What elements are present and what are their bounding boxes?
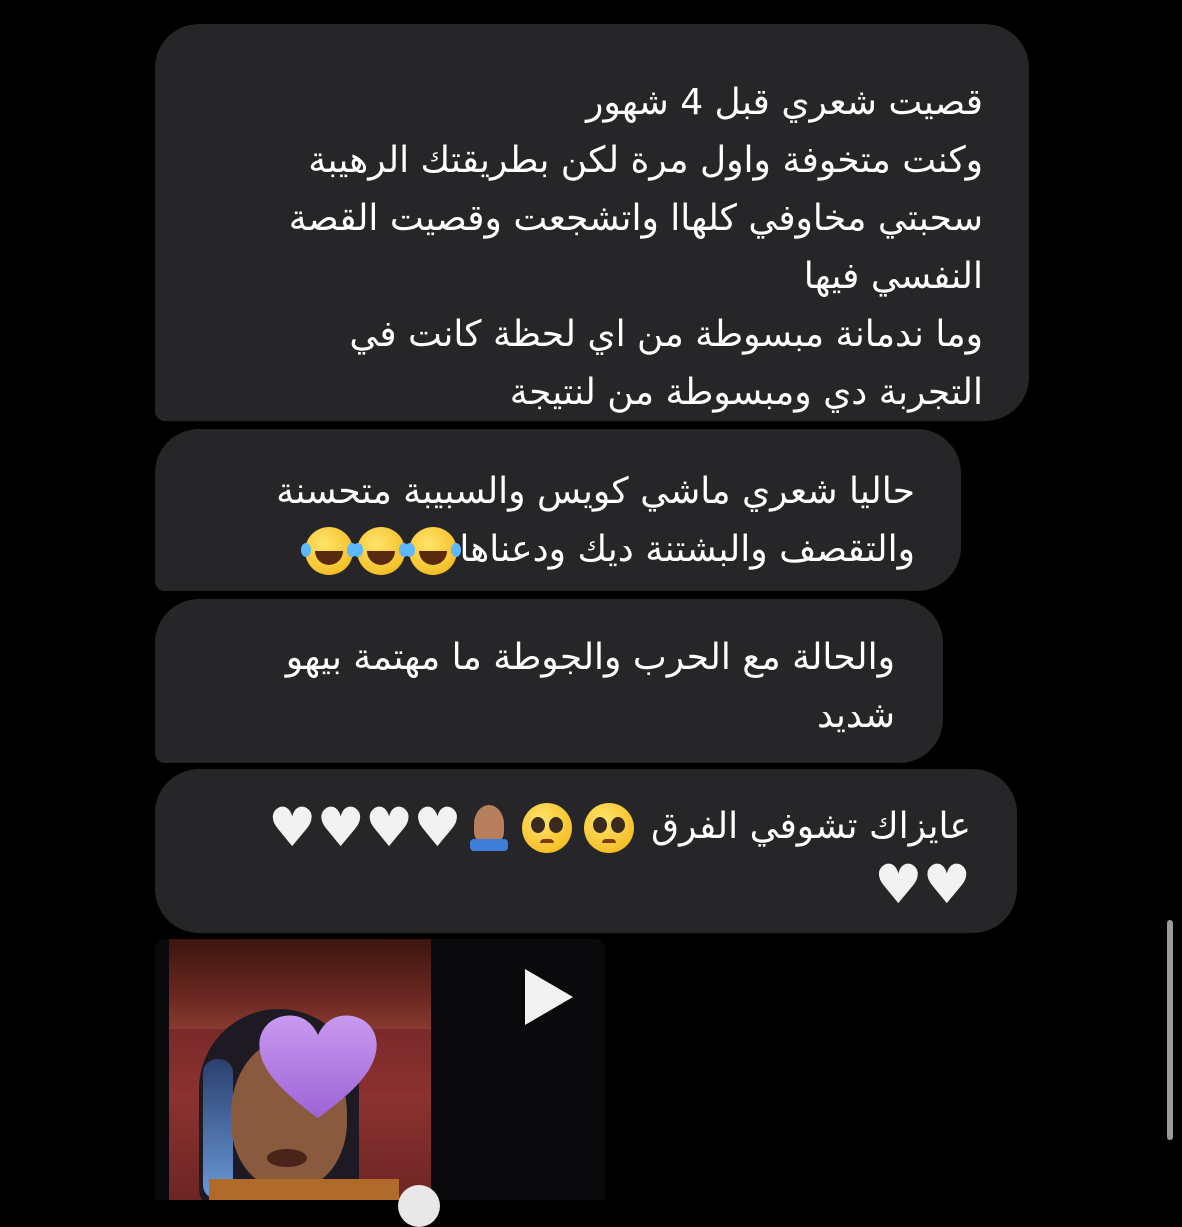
message-bubble-2[interactable]: حاليا شعري ماشي كويس والسبيبة متحسنة وال… xyxy=(155,429,961,591)
message-text-line: التجربة دي ومبسوطة من لنتيجة xyxy=(509,372,983,413)
pleading-face-icon xyxy=(521,803,572,853)
thumbnail-hair-highlight xyxy=(203,1059,233,1199)
white-heart-icon: ♥ xyxy=(874,853,923,916)
white-heart-icon: ♥ xyxy=(922,853,971,916)
message-text-line: والحالة مع الحرب والجوطة ما مهتمة بيهو xyxy=(285,637,895,678)
media-control-icon[interactable] xyxy=(398,1185,440,1227)
white-heart-icon: ♥ xyxy=(413,796,462,859)
thumbnail-lips xyxy=(267,1149,307,1167)
face-with-tears-of-joy-icon xyxy=(301,527,354,575)
play-icon[interactable] xyxy=(525,969,573,1025)
purple-heart-icon xyxy=(259,1015,377,1119)
white-heart-icon: ♥ xyxy=(316,796,365,859)
folded-hands-icon xyxy=(466,803,512,853)
video-thumbnail xyxy=(169,939,431,1200)
message-text: عايزاك تشوفي الفرق xyxy=(651,806,971,847)
emoji-line: ♥♥ xyxy=(185,856,971,913)
message-text: والتقصف والبشتنة ديك ودعناها xyxy=(459,529,915,570)
video-message[interactable] xyxy=(155,939,605,1200)
white-heart-icon: ♥ xyxy=(268,796,317,859)
message-text-line: قصيت شعري قبل 4 شهور xyxy=(586,82,983,123)
message-text-line-with-emoji: والتقصف والبشتنة ديك ودعناها xyxy=(185,521,915,579)
message-text-line: وكنت متخوفة واول مرة لكن بطريقتك الرهيبة xyxy=(308,140,983,181)
thumbnail-shirt xyxy=(209,1179,399,1200)
face-with-tears-of-joy-icon xyxy=(405,527,458,575)
scrollbar[interactable] xyxy=(1167,920,1173,1140)
white-heart-icon: ♥ xyxy=(364,796,414,859)
message-text-line: النفسي فيها xyxy=(803,256,983,297)
message-bubble-3[interactable]: والحالة مع الحرب والجوطة ما مهتمة بيهو ش… xyxy=(155,599,943,763)
message-bubble-4[interactable]: عايزاك تشوفي الفرق ♥♥♥♥ ♥♥ xyxy=(155,769,1017,933)
message-text-line: وما ندمانة مبسوطة من اي لحظة كانت في xyxy=(349,314,983,355)
message-text-line: شديد xyxy=(817,695,895,736)
message-text-line: حاليا شعري ماشي كويس والسبيبة متحسنة xyxy=(276,471,915,512)
pleading-face-icon xyxy=(583,803,634,853)
face-with-tears-of-joy-icon xyxy=(353,527,406,575)
message-text-line-with-emoji: عايزاك تشوفي الفرق ♥♥♥♥ xyxy=(185,799,971,856)
message-text-line: سحبتي مخاوفي كلهاا واتشجعت وقصيت القصة xyxy=(288,198,983,239)
message-bubble-1[interactable]: قصيت شعري قبل 4 شهور وكنت متخوفة واول مر… xyxy=(155,24,1029,421)
